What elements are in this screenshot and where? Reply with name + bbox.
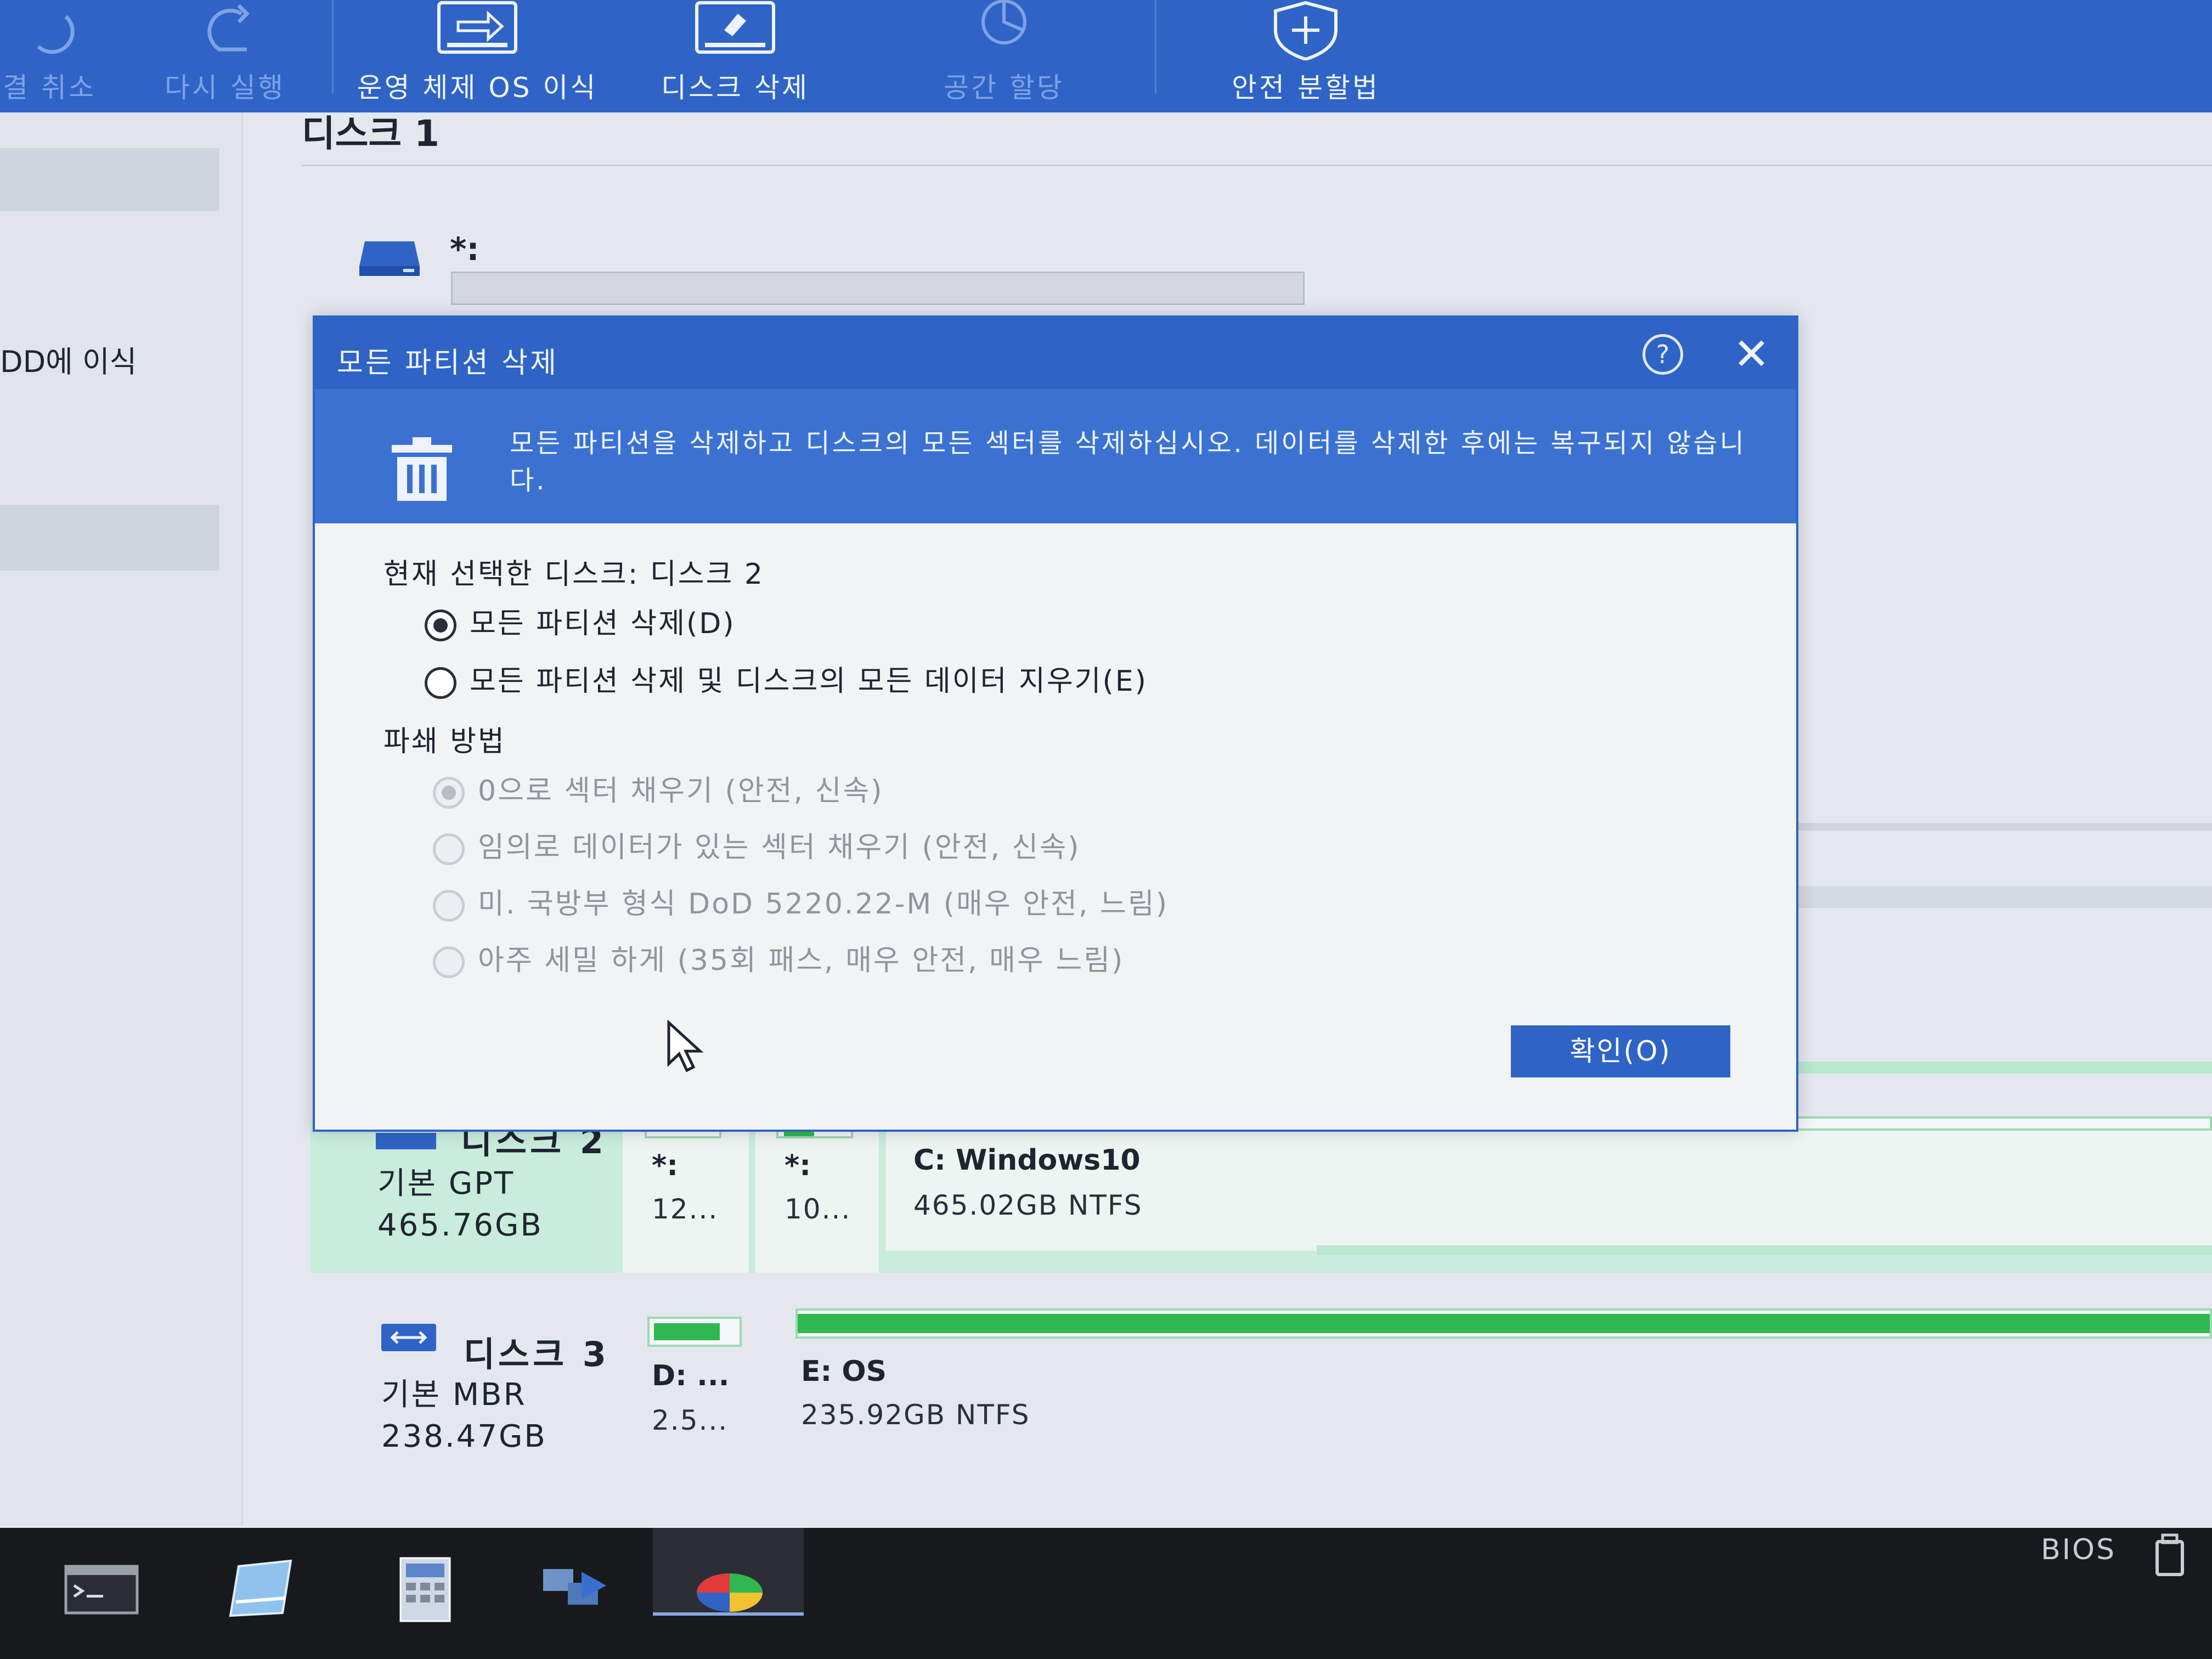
undo-button[interactable]: 결 취소 — [0, 0, 115, 112]
method-dod[interactable]: 미. 국방부 형식 DoD 5220.22-M (매우 안전, 느림) — [433, 881, 1169, 922]
partition-usage-bar — [647, 1317, 742, 1347]
disk-row-divider — [1317, 1245, 2212, 1255]
safe-partition-button[interactable]: 안전 분할법 — [1190, 0, 1421, 112]
disk2-type: 기본 GPT — [377, 1166, 515, 1201]
current-disk-label: 현재 선택한 디스크: 디스크 2 — [383, 558, 764, 591]
calculator-icon[interactable] — [384, 1550, 466, 1627]
taskbar — [0, 1528, 2212, 1659]
dialog-titlebar[interactable]: 모든 파티션 삭제 ? ✕ — [315, 318, 1796, 389]
mouse-cursor-icon — [667, 1020, 704, 1073]
option-label: 미. 국방부 형식 DoD 5220.22-M (매우 안전, 느림) — [478, 888, 1169, 921]
notepad-icon[interactable] — [219, 1550, 302, 1627]
radio-button[interactable] — [425, 667, 456, 699]
dialog-warning-banner: 모든 파티션을 삭제하고 디스크의 모든 섹터를 삭제하십시오. 데이터를 삭제… — [315, 389, 1796, 523]
method-fill-random[interactable]: 임의로 데이터가 있는 섹터 채우기 (안전, 신속) — [433, 824, 1080, 865]
partition-size: 2.5... — [652, 1404, 729, 1436]
safe-partition-icon — [1274, 1, 1338, 60]
disk3-name: 디스크 3 — [464, 1334, 610, 1374]
partition-size: 465.02GB NTFS — [913, 1189, 1143, 1221]
allocate-space-icon — [981, 0, 1026, 44]
network-icon[interactable] — [535, 1550, 617, 1627]
delete-all-partitions-dialog: 모든 파티션 삭제 ? ✕ 모든 파티션을 삭제하고 디스크의 모든 섹터를 삭… — [313, 315, 1798, 1132]
option-label: 0으로 섹터 채우기 (안전, 신속) — [478, 775, 884, 808]
left-panel-section — [0, 148, 219, 211]
option-label: 모든 파티션 삭제(D) — [470, 607, 736, 640]
warning-text: 모든 파티션을 삭제하고 디스크의 모든 섹터를 삭제하십시오. 데이터를 삭제… — [510, 428, 1746, 496]
redo-button[interactable]: 다시 실행 — [143, 0, 307, 112]
partition-label: C: Windows10 — [913, 1144, 1141, 1177]
partition-label: *: — [652, 1149, 678, 1182]
partition-label: D: ... — [652, 1359, 730, 1392]
radio-button[interactable] — [425, 610, 456, 641]
wipe-disk-button[interactable]: 디스크 삭제 — [636, 0, 834, 112]
radio-button[interactable] — [433, 890, 465, 922]
partition-cell[interactable] — [886, 1119, 2212, 1251]
disk1-partition-bar[interactable] — [451, 272, 1305, 305]
help-icon[interactable]: ? — [1643, 334, 1683, 375]
usb-icon[interactable] — [2145, 1531, 2194, 1580]
close-icon[interactable]: ✕ — [1733, 329, 1770, 380]
method-gutmann[interactable]: 아주 세밀 하게 (35회 패스, 매우 안전, 매우 느림) — [433, 937, 1124, 978]
dialog-body: 현재 선택한 디스크: 디스크 2 모든 파티션 삭제(D) 모든 파티션 삭제… — [315, 523, 1796, 1130]
disk3-type: 기본 MBR — [381, 1377, 527, 1413]
toolbar-separator — [332, 0, 334, 93]
disk2-size: 465.76GB — [377, 1207, 543, 1243]
trash-icon — [392, 437, 452, 501]
method-fill-zero[interactable]: 0으로 섹터 채우기 (안전, 신속) — [433, 768, 884, 809]
partition-size: 12... — [652, 1193, 719, 1225]
radio-button[interactable] — [433, 833, 465, 865]
left-panel-section — [0, 505, 219, 571]
migrate-os-button[interactable]: 운영 체제 OS 이식 — [346, 0, 609, 112]
disk1-drive-icon — [359, 241, 420, 276]
partition-size: 10... — [785, 1193, 851, 1225]
undo-icon — [37, 15, 75, 54]
sidebar-item-migrate-hdd[interactable]: DD에 이식 — [0, 337, 137, 381]
bios-label[interactable]: BIOS — [2041, 1533, 2116, 1566]
destroy-method-title: 파쇄 방법 — [383, 725, 506, 758]
partition-size: 235.92GB NTFS — [801, 1399, 1030, 1431]
disk1-partition-label[interactable]: *: — [450, 230, 479, 268]
partition-label: *: — [785, 1149, 811, 1182]
divider — [302, 165, 2212, 166]
option-label: 아주 세밀 하게 (35회 패스, 매우 안전, 매우 느림) — [478, 944, 1125, 977]
option-delete-and-wipe[interactable]: 모든 파티션 삭제 및 디스크의 모든 데이터 지우기(E) — [425, 658, 1148, 699]
partition-usage-bar — [795, 1308, 2212, 1339]
left-panel: DD에 이식 ▶ — [0, 112, 243, 1525]
redo-icon — [207, 4, 250, 52]
terminal-icon[interactable] — [60, 1550, 143, 1627]
option-delete-partitions[interactable]: 모든 파티션 삭제(D) — [425, 600, 736, 641]
disk3-size: 238.47GB — [381, 1419, 547, 1454]
partition-tool-icon[interactable] — [689, 1550, 771, 1627]
toolbar-separator — [1155, 0, 1156, 93]
main-toolbar: 결 취소 다시 실행 운영 체제 OS 이식 디스크 삭제 공간 할당 안전 분… — [0, 0, 2212, 112]
dialog-title: 모든 파티션 삭제 — [337, 347, 558, 380]
option-label: 모든 파티션 삭제 및 디스크의 모든 데이터 지우기(E) — [470, 665, 1148, 698]
allocate-space-button[interactable]: 공간 할당 — [905, 0, 1103, 112]
partition-label: E: OS — [801, 1355, 887, 1388]
radio-button[interactable] — [433, 777, 465, 809]
option-label: 임의로 데이터가 있는 섹터 채우기 (안전, 신속) — [478, 831, 1081, 864]
disk1-title: 디스크 1 — [302, 112, 440, 155]
radio-button[interactable] — [433, 946, 465, 978]
migrate-os-icon — [437, 1, 517, 54]
ok-button[interactable]: 확인(O) — [1511, 1025, 1730, 1077]
disk3-usb-drive-icon — [381, 1324, 436, 1351]
wipe-disk-icon — [695, 1, 775, 54]
